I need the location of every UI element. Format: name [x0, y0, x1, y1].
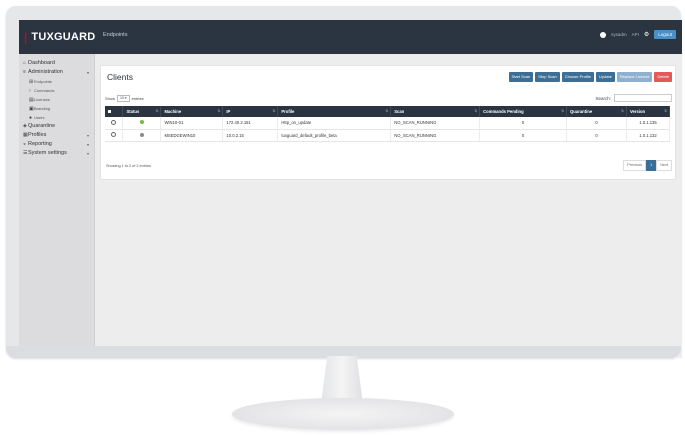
- row-checkbox[interactable]: [105, 129, 124, 141]
- column-version[interactable]: Version ⇅: [626, 106, 671, 117]
- brand-logo[interactable]: ❘ TUXGUARD: [21, 20, 95, 54]
- column-profile[interactable]: Profile ⇅: [277, 106, 392, 117]
- sidebar: ⌂ Dashboard ≡ Administration ▾ ⊞Endpoints …: [19, 54, 95, 358]
- top-navbar: ❘ TUXGUARD Endpoints sysadm API ⚙ Logout: [19, 20, 682, 54]
- column-ip[interactable]: IP ⇅: [222, 106, 279, 117]
- row-checkbox[interactable]: [105, 117, 124, 129]
- sort-icon: ⇅: [217, 109, 221, 113]
- sort-icon: ⇅: [155, 109, 159, 113]
- delete-button[interactable]: Delete: [654, 72, 672, 82]
- table-info: Showing 1 to 2 of 2 entries: [106, 164, 151, 168]
- page-title: Clients: [107, 72, 133, 82]
- commands-pending-cell: 0: [479, 117, 568, 129]
- monitor-stand-base: [232, 398, 454, 430]
- monitor-frame: ❘ TUXGUARD Endpoints sysadm API ⚙ Logout…: [6, 6, 682, 358]
- api-link[interactable]: API: [632, 32, 639, 37]
- replace-license-button[interactable]: Replace License: [616, 72, 653, 82]
- column-status[interactable]: Status ⇅: [122, 106, 162, 117]
- sidebar-item-profiles[interactable]: ▦Profiles ▾: [19, 131, 94, 140]
- chevron-down-icon: ▾: [86, 70, 89, 75]
- sidebar-item-reporting[interactable]: ◒ Reporting ▾: [19, 140, 94, 149]
- sidebar-item-users[interactable]: ● Users: [19, 113, 94, 122]
- sidebar-item-branding[interactable]: ▣Branding: [19, 104, 94, 113]
- choose-profile-button[interactable]: Choose Profile: [561, 72, 594, 82]
- start-scan-button[interactable]: Start Scan: [508, 72, 534, 82]
- scan-cell: NO_SCAN_RUNNING: [390, 129, 481, 141]
- stop-scan-button[interactable]: Stop Scan: [535, 72, 560, 82]
- brand-name: TUXGUARD: [31, 31, 96, 43]
- next-page-button[interactable]: Next: [656, 160, 672, 171]
- status-dot-icon: [139, 132, 144, 137]
- machine-cell: MSEDGEWIN10: [160, 129, 224, 141]
- sort-icon: ⇅: [664, 109, 667, 113]
- column-commands-pending[interactable]: Commands Pending ⇅: [479, 106, 568, 117]
- search-label: Search:: [595, 95, 611, 101]
- checkbox-icon: [108, 110, 111, 113]
- logout-button[interactable]: Logout: [654, 30, 676, 39]
- select-all-checkbox[interactable]: [105, 106, 124, 117]
- radio-icon: [111, 119, 117, 125]
- radio-icon: [111, 132, 117, 137]
- profile-cell: tuxguard_default_profile_beta: [277, 129, 392, 141]
- entries-label: entries: [131, 96, 144, 101]
- table-header: Status ⇅ Machine ⇅ IP ⇅ Profile ⇅ Scan ⇅ Comm…: [105, 106, 671, 117]
- monitor-stand-neck: [321, 356, 363, 404]
- table-row[interactable]: MSEDGEWIN10 10.0.2.15 tuxguard_default_p…: [105, 129, 671, 141]
- clients-table: Status ⇅ Machine ⇅ IP ⇅ Profile ⇅ Scan ⇅ Comm…: [105, 106, 671, 142]
- page-1-button[interactable]: 1: [646, 160, 657, 171]
- ip-cell: 172.40.2.181: [222, 117, 279, 129]
- sort-icon: ⇅: [621, 109, 624, 113]
- column-scan[interactable]: Scan ⇅: [390, 106, 481, 117]
- sort-icon: ⇅: [474, 109, 478, 113]
- sort-icon: ⇅: [561, 109, 565, 113]
- column-quarantine[interactable]: Quarantine ⇅: [566, 106, 627, 117]
- entries-selector: Show 10 ▾ entries: [105, 95, 144, 102]
- sort-icon: ⇅: [385, 109, 389, 113]
- sidebar-item-administration[interactable]: ≡ Administration ▾: [19, 68, 94, 77]
- screen: ❘ TUXGUARD Endpoints sysadm API ⚙ Logout…: [19, 20, 682, 358]
- profile-cell: Http_on_update: [277, 117, 392, 129]
- status-cell: [122, 117, 162, 129]
- table-row[interactable]: WIN10-01 172.40.2.181 Http_on_update NO_…: [105, 117, 671, 129]
- username[interactable]: sysadm: [611, 32, 627, 37]
- status-dot-icon: [139, 120, 144, 125]
- sidebar-item-endpoints[interactable]: ⊞Endpoints: [19, 77, 94, 86]
- previous-page-button[interactable]: Previous: [623, 160, 647, 171]
- pagination: Previous 1 Next: [623, 160, 672, 171]
- gear-icon[interactable]: ⚙: [644, 31, 649, 38]
- user-icon[interactable]: [600, 31, 607, 38]
- sidebar-item-commands[interactable]: › Commands: [19, 86, 94, 95]
- page-name: Endpoints: [103, 32, 128, 38]
- ip-cell: 10.0.2.15: [222, 129, 279, 141]
- sidebar-item-dashboard[interactable]: ⌂ Dashboard: [19, 59, 94, 68]
- top-right-menu: sysadm API ⚙ Logout: [600, 30, 676, 39]
- version-cell: 1.0.1.132: [626, 129, 671, 141]
- clients-panel: Clients Start Scan Stop Scan Choose Prof…: [100, 65, 676, 180]
- quarantine-cell: 0: [566, 129, 627, 141]
- sidebar-item-system-settings[interactable]: ☰System settings ▾: [19, 149, 94, 158]
- scan-cell: NO_SCAN_RUNNING: [390, 117, 481, 129]
- chevron-down-icon: ▾: [86, 142, 89, 147]
- chevron-down-icon: ▾: [86, 133, 89, 138]
- sidebar-item-licenses[interactable]: ▤Licenses: [19, 95, 94, 104]
- search-input[interactable]: [614, 94, 672, 102]
- chevron-down-icon: ▾: [86, 151, 89, 156]
- quarantine-cell: 0: [566, 117, 627, 129]
- version-cell: 1.0.1.135: [626, 117, 671, 129]
- column-machine[interactable]: Machine ⇅: [160, 106, 224, 117]
- brand-mark-icon: ❘: [21, 31, 31, 44]
- sort-icon: ⇅: [272, 109, 276, 113]
- entries-select[interactable]: 10 ▾: [117, 95, 130, 102]
- search-box: Search:: [595, 94, 672, 102]
- update-button[interactable]: Update: [595, 72, 615, 82]
- action-buttons: Start Scan Stop Scan Choose Profile Upda…: [508, 72, 672, 82]
- machine-cell: WIN10-01: [160, 117, 224, 129]
- status-cell: [122, 129, 162, 141]
- sidebar-item-quarantine[interactable]: ◈Quarantine: [19, 122, 94, 131]
- commands-pending-cell: 0: [479, 129, 568, 141]
- show-label: Show: [105, 96, 116, 101]
